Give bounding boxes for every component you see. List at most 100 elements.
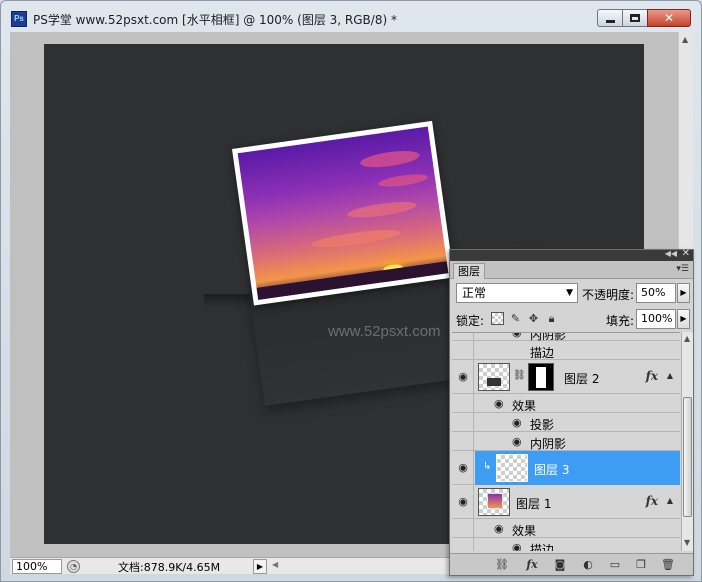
scroll-up-icon[interactable]: ▲ [684,334,690,343]
effect-label: 投影 [530,418,555,432]
tab-layers[interactable]: 图层 [453,263,485,279]
status-info-icon[interactable]: ◔ [67,560,80,573]
lock-label: 锁定: [456,314,485,328]
status-menu-arrow-icon[interactable]: ▶ [253,559,267,574]
new-layer-icon[interactable]: ❐ [634,558,648,572]
sunset-image [237,126,449,300]
close-button[interactable]: ✕ [647,9,691,27]
cloud [377,172,429,189]
scroll-up-icon[interactable]: ▲ [682,35,688,44]
eye-cell [452,432,474,450]
cloud [346,198,418,221]
fx-icon: fx [645,369,658,383]
layer-thumbnail [478,488,510,516]
layer-row-1[interactable]: ◉ 图层 1 fx ▲ [452,485,680,519]
lock-row: 锁定: ✎ ✥ 🔒︎ 填充: 100% ▶ [454,309,690,329]
group-icon[interactable]: ▭ [608,558,622,572]
document-info: 文档:878.9K/4.65M [118,561,221,574]
layer-row-2[interactable]: ◉ ⛓ 图层 2 fx ▲ [452,360,680,394]
photoshop-logo-icon: Ps [11,11,27,27]
chevron-down-icon: ▼ [566,288,573,298]
eye-cell [452,333,474,340]
thumb-content [487,378,501,386]
effect-row[interactable]: ◉ 描边 [452,538,680,551]
effects-header-row[interactable]: ◉ 效果 [452,394,680,413]
effect-row[interactable]: ◉ 内阴影 [452,333,680,342]
fx-icon[interactable]: fx [525,558,539,572]
link-icon[interactable]: ⛓ [495,558,509,572]
layer-row-3[interactable]: ◉ ↳ 图层 3 [452,451,680,485]
layers-list: ◉ 内阴影 描边 ◉ ⛓ 图层 2 fx ▲ ◉ 效果 ◉ 投影 ◉ 内阴影 ◉… [452,332,680,551]
lock-move-icon[interactable]: ✥ [527,312,540,325]
panel-tab-bar: 图层 ▾☰ [450,261,693,279]
effect-label: 描边 [530,543,555,551]
trash-icon[interactable]: 🗑︎ [661,558,675,572]
thumb-content [488,494,502,508]
maximize-button[interactable] [622,9,648,27]
minimize-icon [605,19,615,23]
mask-icon[interactable]: ◙ [553,558,567,572]
expand-effects-icon[interactable]: ▲ [667,371,673,380]
effect-label: 内阴影 [530,437,567,451]
eye-cell [452,519,474,537]
scroll-thumb[interactable] [683,397,692,517]
expand-effects-icon[interactable]: ▲ [667,496,673,505]
eye-cell [452,538,474,551]
fill-label: 填充: [606,314,635,328]
opacity-slider-button[interactable]: ▶ [677,283,690,303]
eye-icon[interactable]: ◉ [454,495,472,508]
maximize-icon [630,14,640,22]
blend-row: 正常 ▼ 不透明度: 50% ▶ [454,283,690,305]
effect-row[interactable]: 描边 [452,341,680,360]
lock-transparent-icon[interactable] [491,312,504,325]
blend-mode-value: 正常 [462,286,487,300]
blend-mode-select[interactable]: 正常 ▼ [456,283,578,303]
clipping-arrow-icon: ↳ [483,461,492,472]
zoom-field[interactable]: 100% [12,559,62,574]
eye-cell [452,413,474,431]
layer-name[interactable]: 图层 3 [534,461,569,478]
scroll-left-icon[interactable]: ◀ [272,560,278,569]
scroll-down-icon[interactable]: ▼ [684,538,690,547]
layer-thumbnail [496,454,528,482]
minimize-button[interactable] [597,9,623,27]
eye-icon[interactable]: ◉ [512,416,522,429]
lock-brush-icon[interactable]: ✎ [509,312,522,325]
opacity-input[interactable]: 50% [636,283,676,303]
layer-thumbnail [478,363,510,391]
panel-header-bar[interactable]: ◀◀ ✕ [450,248,693,261]
layer-name[interactable]: 图层 2 [564,370,599,387]
close-icon: ✕ [663,11,675,25]
fill-slider-button[interactable]: ▶ [677,309,690,329]
collapse-panel-icon[interactable]: ◀◀ [665,249,677,258]
chain-link-icon[interactable]: ⛓ [513,370,526,381]
eye-icon[interactable]: ◉ [494,397,504,410]
layer-name[interactable]: 图层 1 [516,495,551,512]
panel-close-icon[interactable]: ✕ [682,248,690,259]
eye-cell [452,394,474,412]
layers-panel: ◀◀ ✕ 图层 ▾☰ 正常 ▼ 不透明度: 50% ▶ 锁定: ✎ ✥ 🔒︎ 填… [449,248,694,576]
effects-label: 效果 [512,524,537,538]
effect-row[interactable]: ◉ 内阴影 [452,432,680,451]
eye-cell [452,341,474,359]
layers-scrollbar[interactable]: ▲ ▼ [681,332,693,551]
eye-icon[interactable]: ◉ [512,333,522,339]
eye-icon[interactable]: ◉ [454,370,472,383]
fill-input[interactable]: 100% [636,309,676,329]
effect-label: 描边 [530,346,555,360]
eye-icon[interactable]: ◉ [494,522,504,535]
effect-row[interactable]: ◉ 投影 [452,413,680,432]
eye-icon[interactable]: ◉ [512,541,522,551]
eye-icon[interactable]: ◉ [454,461,472,474]
adjustment-icon[interactable]: ◐ [581,558,595,572]
layer-mask-thumbnail[interactable] [528,363,554,391]
panel-menu-icon[interactable]: ▾☰ [676,264,689,274]
lock-all-icon[interactable]: 🔒︎ [545,312,558,325]
opacity-label: 不透明度: [582,288,635,302]
eye-icon[interactable]: ◉ [512,435,522,448]
window-controls: ✕ [597,9,691,27]
photoshop-window: Ps PS学堂 www.52psxt.com [水平相框] @ 100% (图层… [0,0,702,582]
effects-header-row[interactable]: ◉ 效果 [452,519,680,538]
title-bar[interactable]: Ps PS学堂 www.52psxt.com [水平相框] @ 100% (图层… [1,1,701,31]
cloud [310,226,402,251]
